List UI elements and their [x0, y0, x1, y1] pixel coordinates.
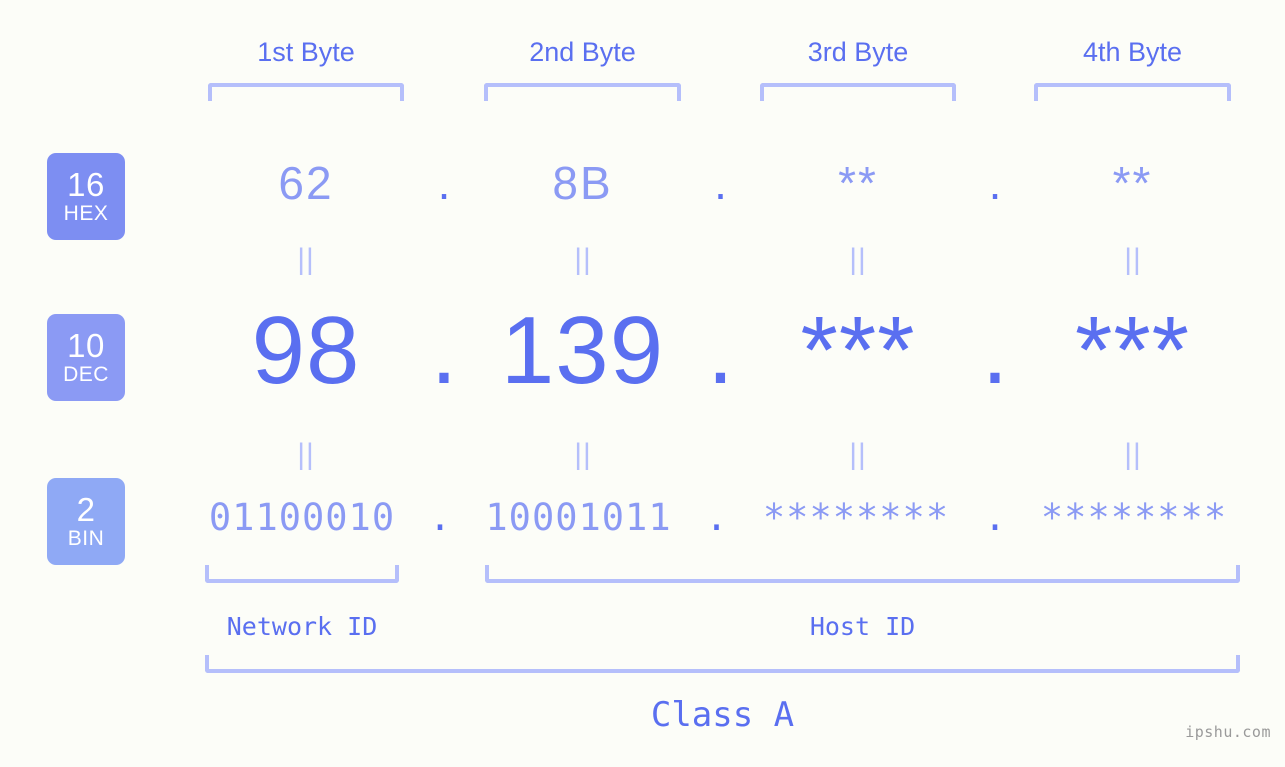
hex-separator-3: . [988, 157, 1002, 209]
equals-mark-dec-bin-1: || [297, 438, 315, 471]
decimal-octet-1: 98 [251, 297, 361, 404]
byte-header-1: 1st Byte [257, 37, 355, 67]
decimal-octet-2: 139 [500, 297, 665, 404]
site-watermark: ipshu.com [1185, 723, 1271, 741]
byte-bracket-2 [484, 83, 681, 101]
hex-octet-2: 8B [552, 157, 613, 209]
base-badge-bin: 2 BIN [47, 478, 125, 565]
hex-octet-4: ** [1112, 157, 1153, 209]
byte-header-3: 3rd Byte [807, 37, 909, 67]
base-badge-hex: 16 HEX [47, 153, 125, 240]
ip-address-breakdown-diagram: 1st Byte 2nd Byte 3rd Byte 4th Byte 16 H… [0, 0, 1285, 767]
binary-separator-3: . [983, 496, 1007, 539]
binary-octet-1: 01100010 [208, 496, 396, 539]
network-id-label: Network ID [226, 612, 378, 641]
equals-mark-hex-dec-1: || [297, 243, 315, 276]
decimal-octet-4: *** [1074, 297, 1191, 404]
equals-mark-dec-bin-2: || [574, 438, 592, 471]
hex-separator-2: . [714, 157, 727, 209]
equals-mark-hex-dec-4: || [1124, 243, 1142, 276]
base-badge-dec-radix: 10 [67, 326, 105, 364]
hex-octet-3: ** [838, 157, 878, 209]
binary-separator-1: . [428, 496, 452, 539]
equals-mark-dec-bin-4: || [1124, 438, 1142, 471]
byte-bracket-3 [760, 83, 956, 101]
host-id-label: Host ID [809, 612, 916, 641]
base-badge-dec: 10 DEC [47, 314, 125, 401]
base-badge-hex-name: HEX [63, 201, 109, 225]
host-id-bracket [485, 565, 1240, 583]
binary-octet-2: 10001011 [485, 496, 672, 539]
base-badge-hex-radix: 16 [67, 165, 105, 203]
equals-mark-dec-bin-3: || [849, 438, 867, 471]
byte-header-2: 2nd Byte [529, 37, 636, 67]
byte-header-4: 4th Byte [1082, 37, 1183, 67]
base-badge-dec-name: DEC [63, 362, 109, 386]
decimal-separator-2: . [707, 297, 734, 404]
hex-separator-1: . [437, 157, 451, 209]
binary-octet-3: ******** [762, 496, 950, 539]
class-label: Class A [650, 695, 795, 735]
equals-mark-hex-dec-3: || [849, 243, 867, 276]
base-badge-bin-name: BIN [67, 526, 105, 550]
byte-bracket-1 [208, 83, 404, 101]
byte-bracket-4 [1034, 83, 1231, 101]
binary-octet-4: ******** [1040, 496, 1228, 539]
binary-separator-2: . [705, 496, 728, 539]
base-badge-bin-radix: 2 [76, 490, 96, 528]
equals-mark-hex-dec-2: || [574, 243, 592, 276]
hex-octet-1: 62 [278, 157, 334, 209]
decimal-separator-3: . [981, 297, 1009, 404]
network-id-bracket [205, 565, 399, 583]
decimal-separator-1: . [430, 297, 458, 404]
class-bracket [205, 655, 1240, 673]
decimal-octet-3: *** [800, 297, 916, 404]
